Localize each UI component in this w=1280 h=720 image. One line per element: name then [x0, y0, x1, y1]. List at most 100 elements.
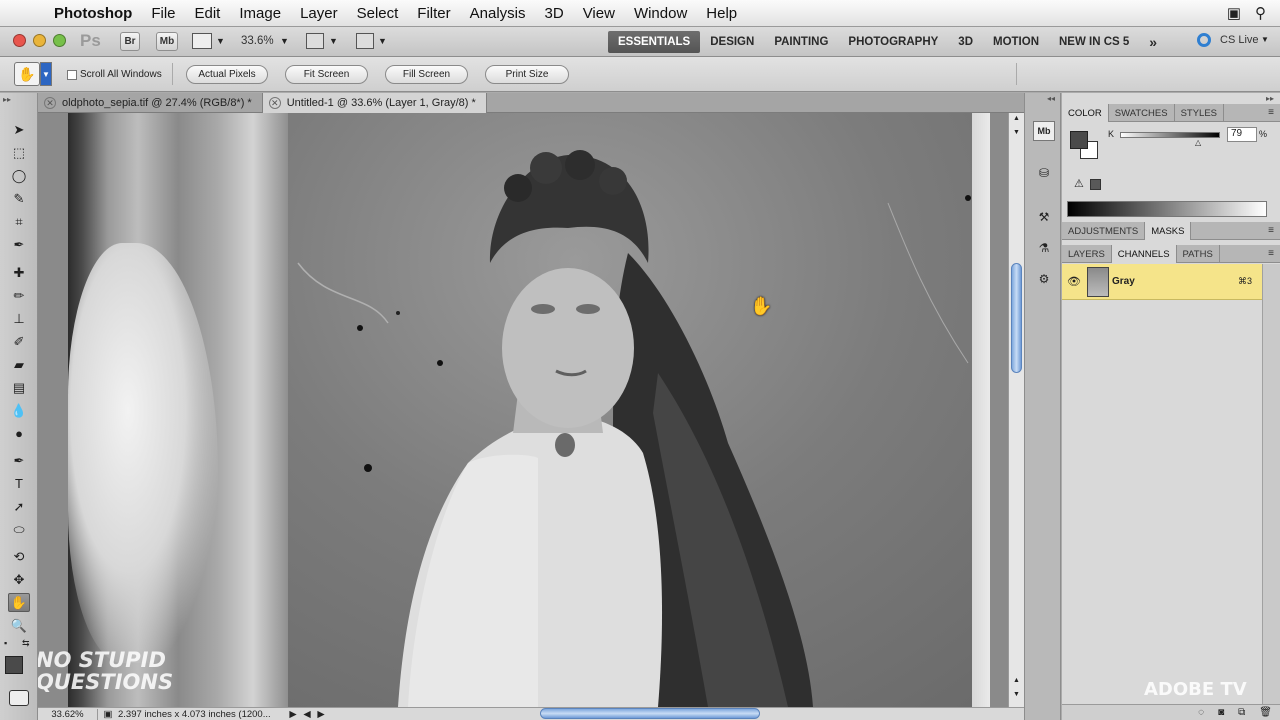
menu-3d[interactable]: 3D [535, 5, 573, 22]
close-window-button[interactable] [13, 34, 26, 47]
k-value-input[interactable]: 79 [1227, 127, 1257, 142]
lasso-tool-icon[interactable]: ◯ [8, 166, 30, 185]
tab-layers[interactable]: LAYERS [1062, 245, 1112, 263]
k-slider-track[interactable] [1120, 132, 1220, 138]
vertical-scrollbar[interactable]: ▲ ▼ ▲ ▼ [1008, 113, 1024, 707]
default-colors-icon[interactable]: ▪ [4, 638, 7, 648]
type-tool-icon[interactable]: T [8, 474, 30, 493]
blur-tool-icon[interactable]: 💧 [8, 401, 30, 420]
foreground-color-swatch[interactable] [5, 656, 23, 674]
launch-minibridge-button[interactable]: Mb [156, 32, 178, 51]
vertical-scroll-thumb[interactable] [1011, 263, 1022, 373]
chevron-down-icon[interactable]: ▼ [378, 36, 387, 46]
scroll-left-icon[interactable]: ◀ [300, 709, 314, 720]
tool-preset-dropdown-icon[interactable]: ▼ [40, 62, 52, 86]
tab-color[interactable]: COLOR [1062, 104, 1109, 122]
3d-orbit-tool-icon[interactable]: ✥ [8, 570, 30, 589]
channel-row-gray[interactable]: 👁 Gray ⌘3 [1062, 264, 1262, 300]
clone-source-panel-icon[interactable]: ⚗ [1033, 238, 1055, 258]
collapse-dock-icon[interactable]: ◂◂ [1047, 94, 1055, 103]
menu-analysis[interactable]: Analysis [460, 5, 535, 22]
zoom-level-select[interactable]: 33.6% [241, 35, 274, 47]
tab-paths[interactable]: PATHS [1177, 245, 1220, 263]
tool-presets-panel-icon[interactable]: ⚙ [1033, 269, 1055, 289]
menu-image[interactable]: Image [230, 5, 291, 22]
brush-presets-panel-icon[interactable]: ⚒ [1033, 207, 1055, 227]
clone-stamp-tool-icon[interactable]: ⊥ [8, 309, 30, 328]
dodge-tool-icon[interactable]: ● [8, 424, 30, 443]
eraser-tool-icon[interactable]: ▰ [8, 355, 30, 374]
tool-preset-hand-icon[interactable]: ✋ [14, 62, 40, 86]
chevron-down-icon[interactable]: ▼ [216, 36, 225, 46]
minimize-window-button[interactable] [33, 34, 46, 47]
zoom-window-button[interactable] [53, 34, 66, 47]
menu-edit[interactable]: Edit [185, 5, 230, 22]
tab-styles[interactable]: STYLES [1175, 104, 1225, 122]
healing-brush-tool-icon[interactable]: ✚ [8, 263, 30, 282]
menu-select[interactable]: Select [347, 5, 408, 22]
menu-app-name[interactable]: Photoshop [42, 5, 142, 22]
3d-rotate-tool-icon[interactable]: ⟲ [8, 547, 30, 566]
delete-channel-icon[interactable]: 🗑 [1259, 707, 1272, 718]
collapse-panels-icon[interactable]: ▸▸ [1266, 94, 1274, 103]
menu-view[interactable]: View [573, 5, 624, 22]
menu-file[interactable]: File [142, 5, 185, 22]
workspace-painting[interactable]: PAINTING [764, 31, 838, 53]
workspace-motion[interactable]: MOTION [983, 31, 1049, 53]
color-foreground-swatch[interactable] [1070, 131, 1088, 149]
menu-filter[interactable]: Filter [408, 5, 460, 22]
scroll-up-icon[interactable]: ▲ [1013, 115, 1020, 122]
panel-menu-icon[interactable]: ≡ [1268, 248, 1274, 259]
more-workspaces-icon[interactable]: » [1139, 31, 1167, 53]
status-info-icon[interactable]: ▣ [98, 709, 118, 720]
load-selection-icon[interactable]: ◌ [1198, 707, 1204, 718]
out-of-gamut-warning-icon[interactable]: ⚠ [1074, 177, 1084, 190]
scroll-down-icon[interactable]: ▼ [1013, 129, 1020, 136]
quick-mask-icon[interactable] [9, 690, 29, 706]
tab-adjustments[interactable]: ADJUSTMENTS [1062, 222, 1146, 240]
chevron-down-icon[interactable]: ▼ [280, 36, 289, 46]
chevron-down-icon[interactable]: ▼ [329, 36, 338, 46]
workspace-3d[interactable]: 3D [948, 31, 983, 53]
cs-live-menu[interactable]: CS Live [1220, 34, 1259, 46]
scroll-up-icon[interactable]: ▲ [1013, 677, 1020, 684]
new-channel-icon[interactable]: ⧉ [1238, 707, 1245, 718]
history-brush-tool-icon[interactable]: ✐ [8, 332, 30, 351]
crop-tool-icon[interactable]: ⌗ [8, 212, 30, 231]
close-tab-icon[interactable]: ✕ [268, 97, 281, 109]
spotlight-search-icon[interactable]: ⚲ [1255, 4, 1266, 22]
shape-tool-icon[interactable]: ⬭ [8, 520, 30, 539]
history-panel-icon[interactable]: ⛁ [1033, 163, 1055, 183]
scroll-down-icon[interactable]: ▼ [1013, 691, 1020, 698]
gamut-color-swatch[interactable] [1090, 179, 1101, 190]
scroll-all-windows-checkbox[interactable] [67, 70, 77, 80]
fit-screen-button[interactable]: Fit Screen [285, 65, 368, 84]
tab-channels[interactable]: CHANNELS [1111, 245, 1177, 263]
k-slider-handle-icon[interactable]: △ [1195, 138, 1201, 147]
print-size-button[interactable]: Print Size [485, 65, 569, 84]
horizontal-scroll-thumb[interactable] [540, 708, 760, 719]
workspace-essentials[interactable]: ESSENTIALS [608, 31, 701, 53]
workspace-photography[interactable]: PHOTOGRAPHY [838, 31, 948, 53]
menu-layer[interactable]: Layer [291, 5, 348, 22]
screen-mode-icon[interactable] [356, 33, 374, 49]
tab-swatches[interactable]: SWATCHES [1109, 104, 1175, 122]
workspace-design[interactable]: DESIGN [700, 31, 764, 53]
quick-selection-tool-icon[interactable]: ✎ [8, 189, 30, 208]
launch-bridge-button[interactable]: Br [120, 32, 140, 51]
panel-scrollbar[interactable] [1262, 264, 1280, 704]
workspace-new-in-cs5[interactable]: NEW IN CS 5 [1049, 31, 1139, 53]
chevron-down-icon[interactable]: ▼ [1261, 35, 1269, 44]
close-tab-icon[interactable]: ✕ [44, 97, 56, 109]
zoom-tool-icon[interactable]: 🔍 [8, 616, 30, 635]
path-selection-tool-icon[interactable]: ➚ [8, 497, 30, 516]
minibridge-panel-icon[interactable]: Mb [1033, 121, 1055, 141]
cs-live-icon[interactable] [1197, 33, 1211, 47]
scroll-right-icon[interactable]: ▶ [314, 709, 328, 720]
swap-colors-icon[interactable]: ⇆ [22, 638, 30, 649]
brush-tool-icon[interactable]: ✏ [8, 286, 30, 305]
document-canvas[interactable]: ✋ NO STUPID QUESTIONS [38, 113, 1008, 707]
eyedropper-tool-icon[interactable]: ✒ [8, 235, 30, 254]
visibility-eye-icon[interactable]: 👁 [1067, 275, 1081, 288]
camera-icon[interactable]: ▣ [1227, 4, 1241, 22]
